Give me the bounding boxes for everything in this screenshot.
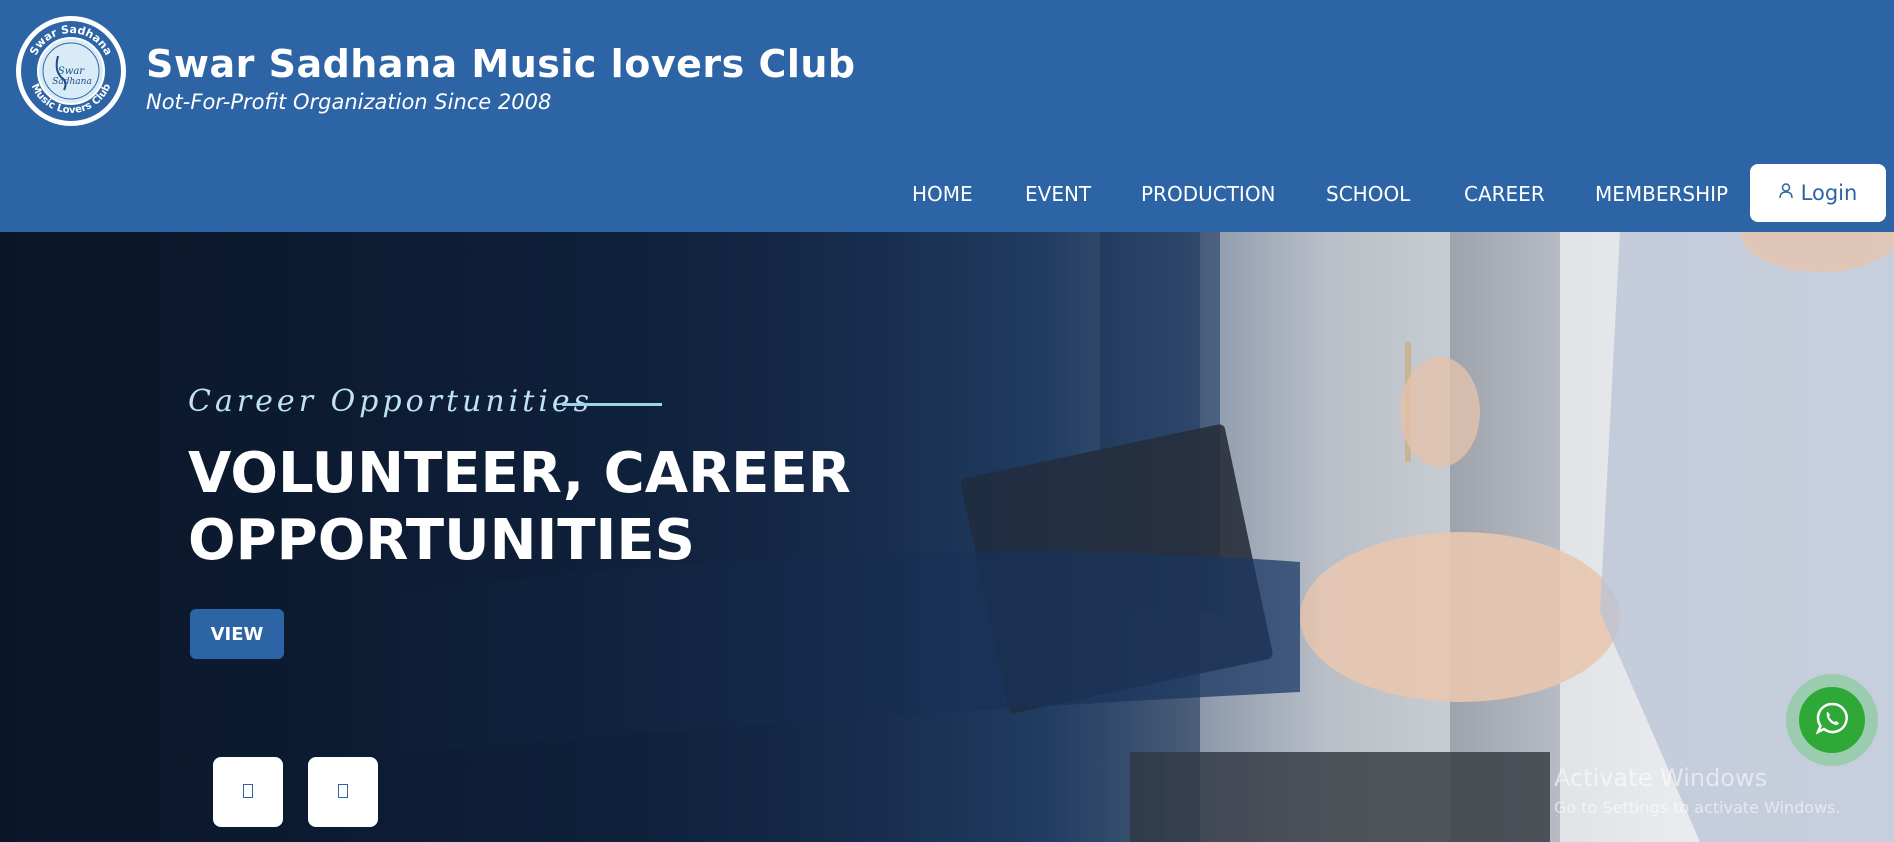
logo-emblem-icon: Swar Sadhana Music Lovers Club Swar Sadh… bbox=[18, 18, 124, 124]
svg-text:Sadhana: Sadhana bbox=[52, 77, 92, 87]
nav-item-career[interactable]: CAREER bbox=[1464, 164, 1545, 224]
club-logo[interactable]: Swar Sadhana Music Lovers Club Swar Sadh… bbox=[16, 16, 126, 126]
nav-item-event[interactable]: EVENT bbox=[1025, 164, 1091, 224]
site-title[interactable]: Swar Sadhana Music lovers Club bbox=[146, 42, 856, 86]
windows-watermark-title: Activate Windows bbox=[1554, 764, 1768, 792]
svg-text:Swar: Swar bbox=[58, 66, 85, 77]
windows-watermark-subtitle: Go to Settings to activate Windows. bbox=[1554, 798, 1841, 817]
nav-item-home[interactable]: HOME bbox=[912, 164, 973, 224]
hero-title: VOLUNTEER, CAREER OPPORTUNITIES bbox=[188, 441, 851, 573]
nav-item-membership[interactable]: MEMBERSHIP bbox=[1595, 164, 1728, 224]
site-header: Swar Sadhana Music Lovers Club Swar Sadh… bbox=[0, 0, 1894, 232]
whatsapp-button[interactable] bbox=[1799, 687, 1865, 753]
login-label: Login bbox=[1800, 181, 1858, 205]
view-button[interactable]: VIEW bbox=[188, 607, 286, 661]
arrow-right-icon bbox=[338, 783, 348, 801]
hero-slider: Career Opportunities VOLUNTEER, CAREER O… bbox=[0, 232, 1894, 842]
site-tagline: Not-For-Profit Organization Since 2008 bbox=[146, 90, 552, 114]
whatsapp-icon bbox=[1815, 701, 1849, 740]
slider-prev-button[interactable] bbox=[213, 757, 283, 827]
login-button[interactable]: Login bbox=[1750, 164, 1886, 222]
user-icon bbox=[1778, 183, 1793, 203]
slider-next-button[interactable] bbox=[308, 757, 378, 827]
arrow-left-icon bbox=[243, 783, 253, 801]
nav-item-school[interactable]: SCHOOL bbox=[1326, 164, 1410, 224]
eyebrow-divider bbox=[562, 403, 662, 406]
nav-item-production[interactable]: PRODUCTION bbox=[1141, 164, 1276, 224]
hero-eyebrow: Career Opportunities bbox=[188, 384, 594, 419]
